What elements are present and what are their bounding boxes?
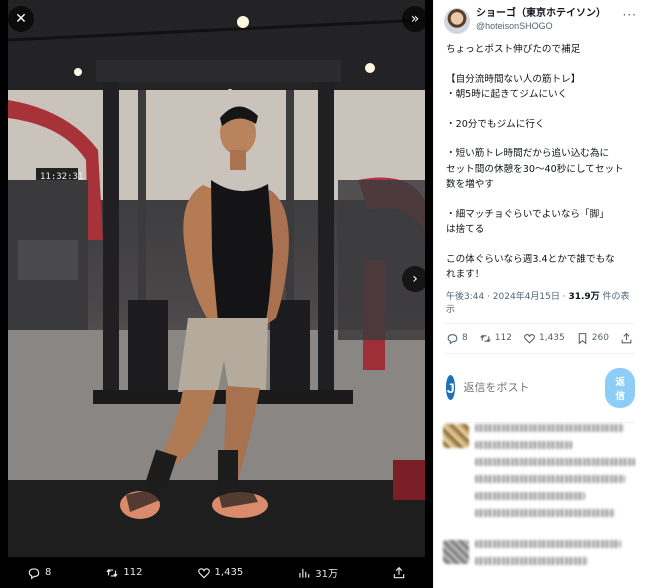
like-count: 1,435 <box>538 333 565 344</box>
gym-photo[interactable]: 11:32:31 <box>8 0 425 557</box>
more-options-button[interactable]: ··· <box>623 8 637 22</box>
reply-button[interactable]: 8 <box>446 332 468 345</box>
bookmark-button[interactable]: 260 <box>576 332 609 345</box>
retweet-button[interactable]: 112 <box>479 332 512 345</box>
reply-icon <box>28 567 40 579</box>
share-icon <box>393 566 405 578</box>
tweet-text-line: ちょっとポスト伸びたので補足 <box>446 44 581 55</box>
media-share-button[interactable] <box>392 566 406 580</box>
tweet-action-bar: 8 112 1,435 260 <box>434 324 645 345</box>
media-reply-button[interactable]: 8 <box>27 566 51 580</box>
media-like-count: 1,435 <box>214 567 244 578</box>
reply-icon <box>447 334 458 345</box>
blurred-avatar <box>443 540 469 564</box>
blurred-avatar <box>443 424 469 448</box>
chevron-double-right-icon: » <box>410 11 420 27</box>
tweet-view-count: 31.9万 <box>568 291 600 302</box>
bookmark-icon <box>578 332 587 345</box>
divider <box>444 421 635 423</box>
bookmark-count: 260 <box>591 333 609 344</box>
blurred-reply <box>443 424 637 526</box>
retweet-count: 112 <box>494 333 512 344</box>
author-display-name[interactable]: ショーゴ（東京ホテイソン） <box>476 8 623 21</box>
more-icon: ··· <box>622 8 637 22</box>
like-icon <box>197 567 210 578</box>
tweet-text-line: 数を増やす <box>446 179 494 191</box>
tweet-text-line: ・短い筋トレ時間だから追い込む為に <box>446 148 610 160</box>
media-views-count: 31万 <box>315 569 338 580</box>
retweet-icon <box>106 568 119 577</box>
tweet-metadata: 午後3:44 · 2024年4月15日 · 31.9万 件の表示 <box>434 283 645 315</box>
tweet-text-line: 【自分流時間ない人の筋トレ】 <box>446 73 581 85</box>
tweet-text-line: この体ぐらいなら週3.4とかで誰でもな <box>446 253 615 265</box>
tweet-timestamp[interactable]: 午後3:44 · 2024年4月15日 · <box>446 292 568 302</box>
media-reply-count: 8 <box>45 567 52 578</box>
next-media-button[interactable]: › <box>402 266 428 292</box>
chevron-right-icon: › <box>412 271 418 287</box>
gym-scene-illustration: 11:32:31 <box>8 0 425 557</box>
author-handle[interactable]: @hoteisonSHOGO <box>476 21 623 32</box>
share-button[interactable] <box>620 332 633 345</box>
like-icon <box>524 333 535 344</box>
media-retweet-count: 112 <box>123 567 143 578</box>
tweet-text-line: は捨てる <box>446 224 485 236</box>
media-like-button[interactable]: 1,435 <box>197 566 244 580</box>
current-user-avatar[interactable]: J <box>446 375 456 401</box>
media-views-button[interactable]: 31万 <box>297 565 338 580</box>
tweet-text-line: セット間の休憩を30〜40秒にしてセット <box>446 163 624 175</box>
media-viewer: 11:32:31 ✕ » › 8 112 1,435 31万 <box>0 0 433 588</box>
media-action-bar: 8 112 1,435 31万 <box>0 557 433 588</box>
reply-count: 8 <box>462 333 468 344</box>
tweet-text-line: ・朝5時に起きてジムにいく <box>446 89 568 101</box>
tweet-text-line: ・細マッチョぐらいでよいなら「脚」 <box>446 208 609 220</box>
blurred-reply <box>443 540 637 574</box>
tweet-text: ちょっとポスト伸びたので補足 【自分流時間ない人の筋トレ】 ・朝5時に起きてジムにい… <box>434 34 645 283</box>
like-button[interactable]: 1,435 <box>523 332 565 345</box>
close-icon: ✕ <box>15 11 27 27</box>
author-names: ショーゴ（東京ホテイソン） @hoteisonSHOGO <box>476 8 623 32</box>
reply-input[interactable] <box>463 381 606 394</box>
reply-composer: J 返信 <box>434 354 645 408</box>
media-retweet-button[interactable]: 112 <box>105 566 143 580</box>
retweet-icon <box>480 334 491 343</box>
tweet-text-line: ・20分でもジムに行く <box>446 118 545 130</box>
close-media-button[interactable]: ✕ <box>8 6 34 32</box>
tweet-header: ショーゴ（東京ホテイソン） @hoteisonSHOGO ··· <box>434 0 645 34</box>
tweet-text-line: れます！ <box>446 269 485 281</box>
views-icon <box>299 568 310 578</box>
collapse-panel-button[interactable]: » <box>402 6 428 32</box>
reply-submit-button[interactable]: 返信 <box>605 367 635 408</box>
share-icon <box>621 332 632 344</box>
author-avatar[interactable] <box>444 8 470 34</box>
